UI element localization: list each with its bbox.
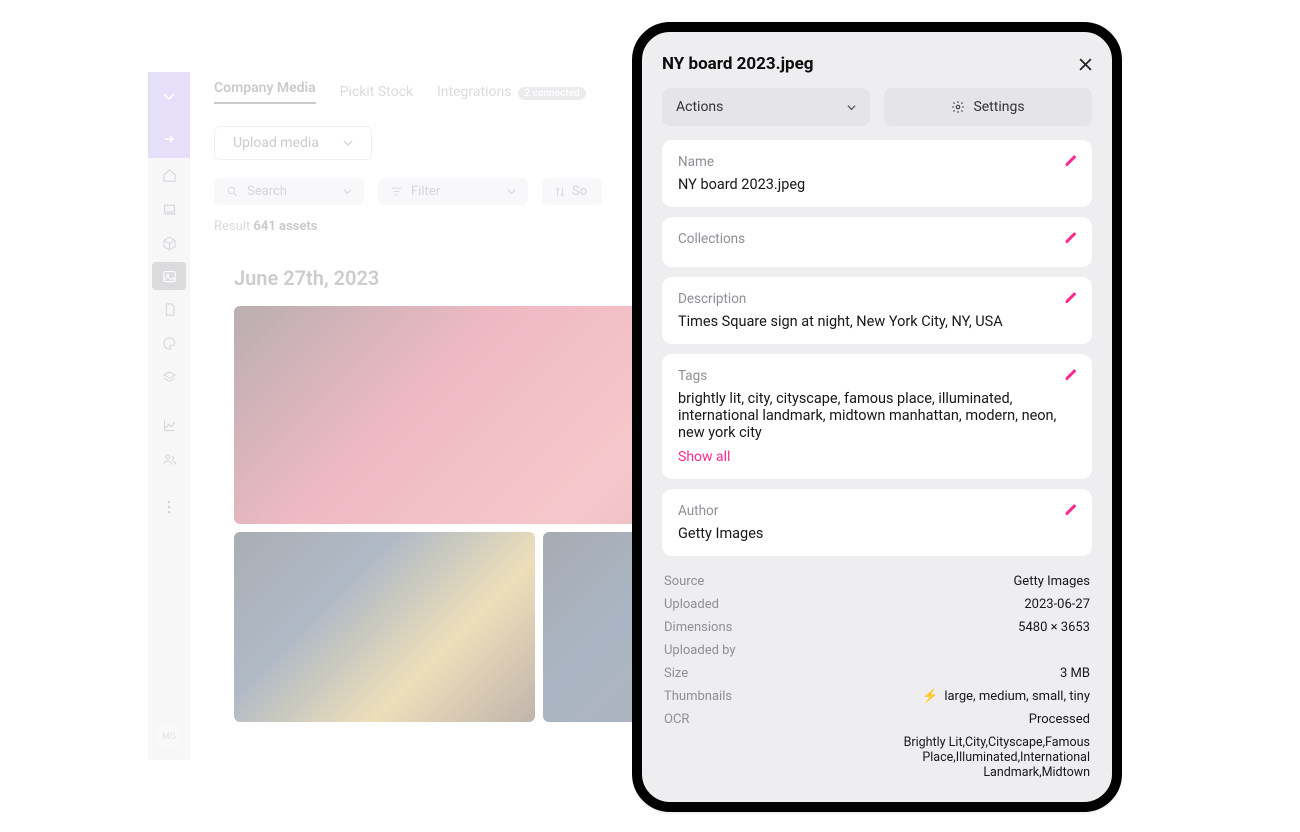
integrations-count-badge: 2 connected <box>518 87 585 100</box>
chevron-down-icon <box>343 187 352 196</box>
metadata-list: SourceGetty Images Uploaded2023-06-27 Di… <box>662 566 1092 784</box>
author-card: Author Getty Images <box>662 489 1092 556</box>
description-card: Description Times Square sign at night, … <box>662 277 1092 344</box>
sort-icon <box>554 186 566 198</box>
image-icon[interactable] <box>152 262 186 290</box>
chevron-down-icon <box>847 103 856 112</box>
bolt-icon: ⚡ <box>922 689 938 704</box>
name-value: NY board 2023.jpeg <box>678 176 1076 193</box>
tags-card: Tags brightly lit, city, cityscape, famo… <box>662 354 1092 479</box>
chart-icon[interactable] <box>148 408 190 442</box>
meta-thumbnails: Thumbnails⚡large, medium, small, tiny <box>664 685 1090 708</box>
tags-label: Tags <box>678 368 1076 384</box>
chevron-down-icon <box>343 138 353 148</box>
pencil-icon <box>1064 291 1078 305</box>
close-button[interactable] <box>1079 58 1092 71</box>
pencil-icon <box>1064 154 1078 168</box>
show-all-tags-link[interactable]: Show all <box>678 449 730 465</box>
name-label: Name <box>678 154 1076 170</box>
document-icon[interactable] <box>148 292 190 326</box>
description-value: Times Square sign at night, New York Cit… <box>678 313 1076 330</box>
more-icon[interactable] <box>148 490 190 524</box>
nav-brand-top[interactable] <box>148 72 190 120</box>
box-icon[interactable] <box>148 226 190 260</box>
edit-name-button[interactable] <box>1064 154 1078 168</box>
meta-dimensions: Dimensions5480 × 3653 <box>664 616 1090 639</box>
side-nav: MG <box>148 72 190 760</box>
search-input[interactable]: Search <box>214 178 364 205</box>
pencil-icon <box>1064 503 1078 517</box>
author-label: Author <box>678 503 1076 519</box>
panel-title: NY board 2023.jpeg <box>662 54 813 74</box>
gear-icon <box>951 100 965 114</box>
settings-button[interactable]: Settings <box>884 88 1092 126</box>
meta-ocr: OCRProcessed <box>664 708 1090 731</box>
close-icon <box>1079 58 1092 71</box>
description-label: Description <box>678 291 1076 307</box>
chevron-down-icon <box>507 187 516 196</box>
users-icon[interactable] <box>148 442 190 476</box>
meta-size: Size3 MB <box>664 662 1090 685</box>
upload-media-button[interactable]: Upload media <box>214 126 372 160</box>
home-icon[interactable] <box>148 158 190 192</box>
filter-dropdown[interactable]: Filter <box>378 178 528 205</box>
actions-dropdown[interactable]: Actions <box>662 88 870 126</box>
meta-source: SourceGetty Images <box>664 570 1090 593</box>
collections-label: Collections <box>678 231 1076 247</box>
author-value: Getty Images <box>678 525 1076 542</box>
tab-integrations[interactable]: Integrations 2 connected <box>437 84 586 100</box>
palette-icon[interactable] <box>148 326 190 360</box>
asset-thumbnail[interactable] <box>234 532 535 722</box>
laptop-icon[interactable] <box>148 192 190 226</box>
tab-pickit-stock[interactable]: Pickit Stock <box>340 84 413 100</box>
asset-detail-panel: NY board 2023.jpeg Actions Settings Name… <box>632 22 1122 812</box>
edit-author-button[interactable] <box>1064 503 1078 517</box>
meta-uploaded: Uploaded2023-06-27 <box>664 593 1090 616</box>
pencil-icon <box>1064 368 1078 382</box>
tags-value: brightly lit, city, cityscape, famous pl… <box>678 390 1076 441</box>
name-card: Name NY board 2023.jpeg <box>662 140 1092 207</box>
layers-icon[interactable] <box>148 360 190 394</box>
nav-expand[interactable] <box>148 120 190 158</box>
search-icon <box>226 185 239 198</box>
collections-card: Collections <box>662 217 1092 267</box>
sort-dropdown[interactable]: So <box>542 178 602 205</box>
pencil-icon <box>1064 231 1078 245</box>
edit-tags-button[interactable] <box>1064 368 1078 382</box>
edit-collections-button[interactable] <box>1064 231 1078 245</box>
meta-ocr-detail: Brightly Lit,City,Cityscape,Famous Place… <box>664 731 1090 784</box>
filter-icon <box>390 185 403 198</box>
edit-description-button[interactable] <box>1064 291 1078 305</box>
avatar[interactable]: MG <box>156 724 182 750</box>
tab-company-media[interactable]: Company Media <box>214 80 316 104</box>
meta-uploadedby: Uploaded by <box>664 639 1090 662</box>
